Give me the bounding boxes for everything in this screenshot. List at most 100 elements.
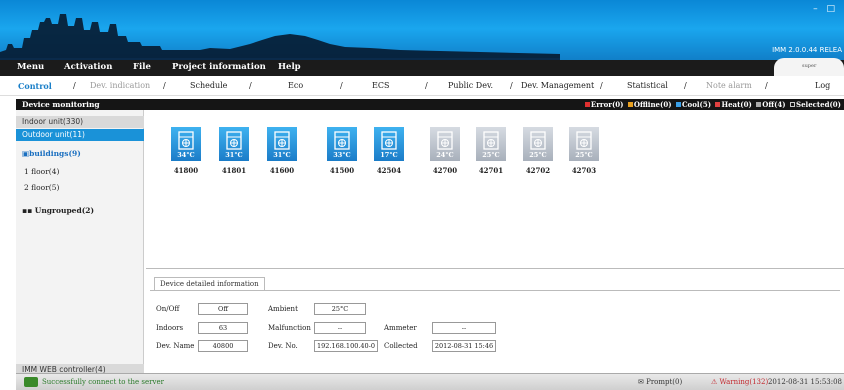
outdoor-unit-icon	[334, 131, 350, 150]
unit-icon-box: 33°C	[327, 127, 357, 161]
version-label: IMM 2.0.0.44 RELEA	[772, 46, 842, 54]
outdoor-unit-icon	[530, 131, 546, 150]
menu-bar: Menu Activation File Project information…	[0, 58, 844, 76]
tab-log[interactable]: Log	[815, 81, 830, 90]
ambient-value: 25°C	[314, 303, 366, 315]
tab-separator: /	[510, 81, 513, 90]
device-detail-panel: Device detailed information On/Off Off A…	[146, 268, 844, 372]
warning-icon: ⚠	[711, 378, 718, 386]
unit-id-label: 42703	[571, 166, 597, 175]
tree-node-label: buildings(9)	[29, 149, 81, 158]
unit-icon-box: 34°C	[171, 127, 201, 161]
outdoor-unit-icon	[274, 131, 290, 150]
unit-icon-box: 31°C	[219, 127, 249, 161]
malfunction-label: Malfunction	[268, 324, 311, 332]
window-controls[interactable]: – □	[813, 4, 838, 14]
unit-id-label: 41800	[173, 166, 199, 175]
unit-tile[interactable]: 33°C 41500	[327, 127, 357, 175]
unit-temperature: 17°C	[380, 151, 398, 159]
ambient-label: Ambient	[268, 305, 298, 313]
connection-icon	[24, 377, 38, 387]
menu-project-information[interactable]: Project information	[172, 62, 266, 72]
legend-heat: Heat(0)	[721, 100, 752, 109]
unit-id-label: 41801	[221, 166, 247, 175]
unit-tile[interactable]: 17°C 42504	[374, 127, 404, 175]
sidebar-item-outdoor-unit[interactable]: Outdoor unit(11)	[16, 129, 144, 141]
off-legend-icon	[756, 102, 762, 107]
main-tabs: Control / Dev. indication / Schedule / E…	[0, 76, 844, 96]
unit-temperature: 25°C	[529, 151, 547, 159]
unit-icon-box: 25°C	[476, 127, 506, 161]
tab-separator: /	[425, 81, 428, 90]
unit-temperature: 24°C	[436, 151, 454, 159]
unit-icon-box: 25°C	[523, 127, 553, 161]
unit-icon-box: 24°C	[430, 127, 460, 161]
tab-separator: /	[765, 81, 768, 90]
outdoor-unit-icon	[226, 131, 242, 150]
user-tab[interactable]: super	[774, 58, 844, 76]
menu-activation[interactable]: Activation	[64, 62, 112, 72]
ammeter-value: --	[432, 322, 496, 334]
tree-node-floor-2[interactable]: 2 floor(5)	[16, 182, 144, 194]
tree-node-floor-1[interactable]: 1 floor(4)	[16, 166, 144, 178]
unit-tile[interactable]: 25°C 42703	[569, 127, 599, 175]
tab-control[interactable]: Control	[18, 81, 52, 91]
status-legend: Error(0) Offline(0) Cool(5) Heat(0) Off(…	[583, 100, 841, 109]
unit-tile[interactable]: 31°C 41600	[267, 127, 297, 175]
unit-tile[interactable]: 25°C 42701	[476, 127, 506, 175]
legend-error: Error(0)	[590, 100, 624, 109]
tab-note-alarm[interactable]: Note alarm	[706, 81, 752, 90]
legend-selected: Selected(0)	[796, 100, 841, 109]
tab-device-detailed-information[interactable]: Device detailed information	[154, 277, 265, 290]
onoff-label: On/Off	[156, 305, 180, 313]
indoors-value: 63	[198, 322, 248, 334]
tab-separator: /	[249, 81, 252, 90]
tab-public-dev[interactable]: Public Dev.	[448, 81, 493, 90]
unit-temperature: 31°C	[225, 151, 243, 159]
indoors-label: Indoors	[156, 324, 184, 332]
tab-separator: /	[600, 81, 603, 90]
malfunction-value: --	[314, 322, 366, 334]
unit-tile[interactable]: 31°C 41801	[219, 127, 249, 175]
outdoor-unit-icon	[483, 131, 499, 150]
menu-help[interactable]: Help	[278, 62, 301, 72]
tab-dev-indication[interactable]: Dev. indication	[90, 81, 150, 90]
user-tab-label: super	[802, 63, 817, 69]
legend-off: Off(4)	[762, 100, 786, 109]
tab-dev-management[interactable]: Dev. Management	[521, 81, 594, 90]
legend-offline: Offline(0)	[633, 100, 672, 109]
collected-value: 2012-08-31 15:46	[432, 340, 496, 352]
unit-tile[interactable]: 24°C 42700	[430, 127, 460, 175]
unit-temperature: 33°C	[333, 151, 351, 159]
warning-indicator[interactable]: ⚠ Warning(132)	[711, 378, 768, 386]
status-bar: Successfully connect to the server ✉ Pro…	[16, 373, 844, 390]
cool-legend-icon	[675, 102, 681, 107]
unit-icon-box: 25°C	[569, 127, 599, 161]
unit-id-label: 41500	[329, 166, 355, 175]
unit-id-label: 41600	[269, 166, 295, 175]
status-timestamp: 2012-08-31 15:53:08	[767, 378, 842, 386]
legend-cool: Cool(5)	[681, 100, 712, 109]
outdoor-units-grid: 34°C 41800 31°C 41801 31°C 41600 33°C 41…	[146, 110, 844, 268]
tree-node-ungrouped[interactable]: ▪▪ Ungrouped(2)	[16, 205, 144, 217]
sidebar-item-indoor-unit[interactable]: Indoor unit(330)	[16, 116, 144, 128]
heat-legend-icon	[715, 102, 721, 107]
prompt-indicator[interactable]: ✉ Prompt(0)	[638, 378, 682, 386]
tab-eco[interactable]: Eco	[288, 81, 303, 90]
tab-separator: /	[340, 81, 343, 90]
tab-statistical[interactable]: Statistical	[627, 81, 668, 90]
menu-menu[interactable]: Menu	[17, 62, 44, 72]
menu-file[interactable]: File	[133, 62, 151, 72]
tab-separator: /	[684, 81, 687, 90]
unit-temperature: 25°C	[575, 151, 593, 159]
dev-no-label: Dev. No.	[268, 342, 298, 350]
tab-schedule[interactable]: Schedule	[190, 81, 227, 90]
tree-node-buildings[interactable]: ▣buildings(9)	[16, 148, 144, 160]
selected-legend-icon	[790, 102, 796, 107]
ammeter-label: Ammeter	[384, 324, 417, 332]
collected-label: Collected	[384, 342, 418, 350]
tab-ecs[interactable]: ECS	[372, 81, 389, 90]
detail-divider	[150, 290, 840, 291]
unit-tile[interactable]: 25°C 42702	[523, 127, 553, 175]
unit-tile[interactable]: 34°C 41800	[171, 127, 201, 175]
